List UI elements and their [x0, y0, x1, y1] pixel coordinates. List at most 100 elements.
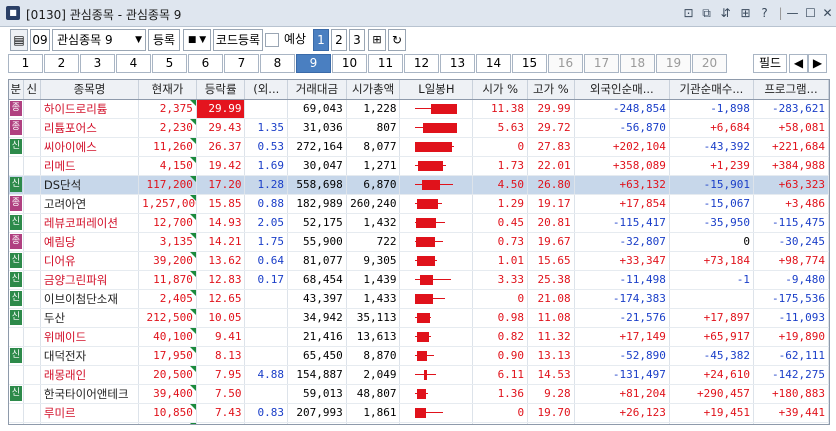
- table-row[interactable]: 신 디어유 39,200 13.62 0.64 81,077 9,305 1.01 15.65 +…: [9, 251, 829, 271]
- col-header-9[interactable]: 시가 %: [472, 80, 529, 100]
- tab-20[interactable]: 20: [692, 54, 727, 73]
- tab-11[interactable]: 11: [368, 54, 403, 73]
- stock-name[interactable]: 웨이비스: [40, 422, 140, 424]
- minimize-icon[interactable]: —: [784, 5, 801, 22]
- tab-8[interactable]: 8: [260, 54, 295, 73]
- table-row[interactable]: 신 DS단석 117,200 17.20 1.28 558,698 6,870 4.50 26.…: [9, 175, 829, 195]
- color-select[interactable]: ■ ▼: [183, 29, 211, 51]
- preview-checkbox[interactable]: [265, 33, 279, 47]
- tab-6[interactable]: 6: [188, 54, 223, 73]
- tab-2[interactable]: 2: [44, 54, 79, 73]
- table-row[interactable]: 신 대덕전자 17,950 8.13 65,450 8,870 0.90 13.13 -52,8…: [9, 346, 829, 366]
- daily-candle: [399, 384, 474, 404]
- tab-18[interactable]: 18: [620, 54, 655, 73]
- program-net-buy: -115,475: [753, 213, 829, 233]
- table-row[interactable]: 종 하이드로리튬 2,375 29.99 69,043 1,228 11.38 29.99 -2…: [9, 99, 829, 119]
- table-row[interactable]: 종 고려아연 1,257,000 15.85 0.88 182,989 260,240 1.2…: [9, 194, 829, 214]
- col-header-2[interactable]: 종목명: [40, 80, 140, 100]
- col-header-6[interactable]: 거래대금: [287, 80, 347, 100]
- col-header-8[interactable]: L일봉H: [399, 80, 474, 100]
- tab-19[interactable]: 19: [656, 54, 691, 73]
- tab-3[interactable]: 3: [80, 54, 115, 73]
- close-icon[interactable]: ✕: [819, 5, 836, 22]
- tab-13[interactable]: 13: [440, 54, 475, 73]
- group-select[interactable]: 관심종목 9 ▼: [52, 29, 146, 51]
- stock-name[interactable]: 루미르: [40, 403, 140, 423]
- sort-icon[interactable]: ⇵: [717, 5, 734, 22]
- stock-name[interactable]: 디어유: [40, 251, 140, 271]
- grid-header: 분 신 종목명 현재가 등락률 (외... 거래대금 시가총액 L일봉H 시가 % 고가 % 외국인순…: [9, 80, 829, 100]
- group-number[interactable]: 09: [30, 29, 50, 51]
- popout-icon[interactable]: ⧉: [698, 5, 715, 22]
- tab-15[interactable]: 15: [512, 54, 547, 73]
- stock-name[interactable]: 두산: [40, 308, 140, 328]
- code-register-button[interactable]: 코드등록: [213, 29, 263, 51]
- table-row[interactable]: 신 한국타이어앤테크 39,400 7.50 59,013 48,807 1.36 9.28 +…: [9, 384, 829, 404]
- page-2-button[interactable]: 2: [331, 29, 347, 51]
- tab-next-icon[interactable]: ▶: [808, 54, 827, 73]
- tab-16[interactable]: 16: [548, 54, 583, 73]
- col-header-11[interactable]: 외국인순매...: [574, 80, 670, 100]
- table-row[interactable]: 신 금양그린파워 11,870 12.83 0.17 68,454 1,439 3.33 25.…: [9, 270, 829, 290]
- refresh-icon[interactable]: ↻: [388, 29, 406, 51]
- page-3-button[interactable]: 3: [349, 29, 365, 51]
- field-button[interactable]: 필드: [753, 54, 787, 73]
- stock-name[interactable]: 대덕전자: [40, 346, 140, 366]
- stock-name[interactable]: 하이드로리튬: [40, 99, 140, 119]
- tab-10[interactable]: 10: [332, 54, 367, 73]
- page-1-button[interactable]: 1: [313, 29, 329, 51]
- stock-name[interactable]: 이브이첨단소재: [40, 289, 140, 309]
- table-row[interactable]: 종 리튬포어스 2,230 29.43 1.35 31,036 807 5.63 29.72 -5…: [9, 118, 829, 138]
- col-header-5[interactable]: (외...: [244, 80, 289, 100]
- register-button[interactable]: 등록: [148, 29, 180, 51]
- table-row[interactable]: 종 예림당 3,135 14.21 1.75 55,900 722 0.73 19.67 -32,…: [9, 232, 829, 252]
- col-header-3[interactable]: 현재가: [138, 80, 197, 100]
- stock-name[interactable]: DS단석: [40, 175, 140, 195]
- table-row[interactable]: 리메드 4,150 19.42 1.69 30,047 1,271 1.73 22.01 +35…: [9, 156, 829, 176]
- tab-prev-icon[interactable]: ◀: [789, 54, 808, 73]
- tab-5[interactable]: 5: [152, 54, 187, 73]
- alert-flag-icon: [189, 156, 196, 163]
- stock-name[interactable]: 씨아이에스: [40, 137, 140, 157]
- tab-12[interactable]: 12: [404, 54, 439, 73]
- stock-name[interactable]: 래몽래인: [40, 365, 140, 385]
- grid-icon[interactable]: ⊞: [737, 5, 754, 22]
- tab-4[interactable]: 4: [116, 54, 151, 73]
- table-row[interactable]: 신 레뷰코퍼레이션 12,700 14.93 2.05 52,175 1,432 0.45 20…: [9, 213, 829, 233]
- credit-cell: [23, 232, 41, 252]
- stock-name[interactable]: 고려아연: [40, 194, 140, 214]
- stock-name[interactable]: 위메이드: [40, 327, 140, 347]
- table-row[interactable]: 루미르 10,850 7.43 0.83 207,993 1,861 0 19.70 +26,1…: [9, 403, 829, 423]
- table-row[interactable]: 신 두산 212,500 10.05 34,942 35,113 0.98 11.08 -21,…: [9, 308, 829, 328]
- table-row[interactable]: 웨이비스9,0004.900.5638,3151,118 0.1216.90+4,…: [9, 422, 829, 424]
- stock-name[interactable]: 한국타이어앤테크: [40, 384, 140, 404]
- stock-name[interactable]: 레뷰코퍼레이션: [40, 213, 140, 233]
- open-pct: 4.50: [472, 175, 529, 195]
- tab-14[interactable]: 14: [476, 54, 511, 73]
- export-icon[interactable]: ⊞: [368, 29, 386, 51]
- stock-name[interactable]: 리튬포어스: [40, 118, 140, 138]
- col-header-7[interactable]: 시가총액: [346, 80, 401, 100]
- col-header-1[interactable]: 신: [23, 80, 41, 100]
- col-header-0[interactable]: 분: [9, 80, 24, 100]
- tab-9[interactable]: 9: [296, 54, 331, 73]
- maximize-icon[interactable]: ☐: [802, 5, 819, 22]
- tab-7[interactable]: 7: [224, 54, 259, 73]
- layout-icon[interactable]: ⊡: [680, 5, 697, 22]
- table-row[interactable]: 신 이브이첨단소재 2,405 12.65 43,397 1,433 0 21.08 -174,…: [9, 289, 829, 309]
- stock-name[interactable]: 예림당: [40, 232, 140, 252]
- stock-name[interactable]: 금양그린파워: [40, 270, 140, 290]
- table-row[interactable]: 위메이드 40,100 9.41 21,416 13,613 0.82 11.32 +17,1…: [9, 327, 829, 347]
- col-header-10[interactable]: 고가 %: [527, 80, 575, 100]
- col-header-4[interactable]: 등락률: [196, 80, 246, 100]
- foreign-net-buy: +26,123: [574, 403, 670, 423]
- table-row[interactable]: 신 씨아이에스 11,260 26.37 0.53 272,164 8,077 0 27.83 +…: [9, 137, 829, 157]
- col-header-12[interactable]: 기관순매수...: [669, 80, 754, 100]
- help-icon[interactable]: ?: [756, 5, 773, 22]
- tab-17[interactable]: 17: [584, 54, 619, 73]
- group-list-icon[interactable]: ▤: [10, 29, 28, 51]
- table-row[interactable]: 래몽래인 20,500 7.95 4.88 154,887 2,049 6.11 14.53-…: [9, 365, 829, 385]
- tab-1[interactable]: 1: [8, 54, 43, 73]
- stock-name[interactable]: 리메드: [40, 156, 140, 176]
- col-header-13[interactable]: 프로그램...: [753, 80, 829, 100]
